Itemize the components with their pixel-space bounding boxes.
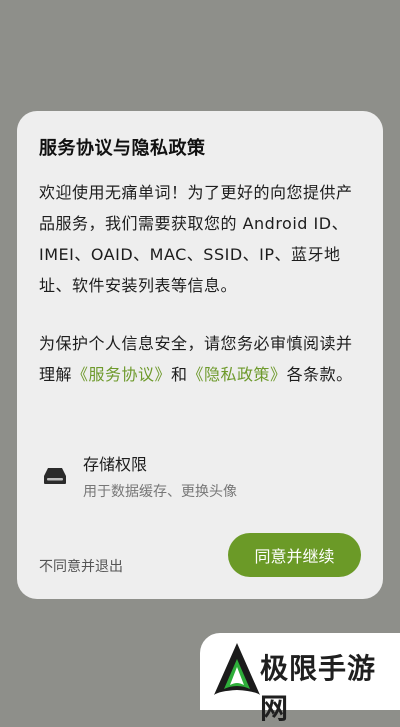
notice-and: 和 [171, 365, 188, 384]
consent-dialog: 服务协议与隐私政策 欢迎使用无痛单词！为了更好的向您提供产品服务，我们需要获取您… [17, 111, 383, 599]
privacy-policy-link[interactable]: 《隐私政策》 [188, 365, 287, 384]
permission-title: 存储权限 [83, 455, 148, 474]
watermark-text: 极限手游网 [260, 652, 377, 725]
dialog-title: 服务协议与隐私政策 [39, 138, 206, 159]
intro-text: 欢迎使用无痛单词！为了更好的向您提供产品服务，我们需要获取您的 Android … [39, 183, 353, 295]
brand-logo-icon [214, 643, 260, 695]
permission-description: 用于数据缓存、更换头像 [83, 484, 237, 500]
watermark-badge: 极限手游网 [200, 633, 400, 725]
disagree-exit-button[interactable]: 不同意并退出 [39, 556, 123, 576]
notice-suffix: 各条款。 [286, 365, 353, 384]
agree-continue-button[interactable]: 同意并继续 [228, 533, 361, 577]
storage-icon [44, 468, 66, 484]
service-agreement-link[interactable]: 《服务协议》 [72, 365, 171, 384]
notice-text: 为保护个人信息安全，请您务必审慎阅读并理解《服务协议》和《隐私政策》各条款。 [39, 328, 359, 390]
